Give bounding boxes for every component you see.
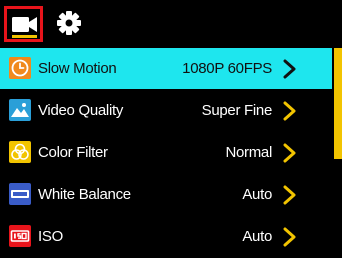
menu-item-iso[interactable]: ISO Auto [0, 216, 332, 257]
chevron-right-icon [283, 143, 296, 163]
chevron-right-icon [283, 185, 296, 205]
menu-item-label: Video Quality [38, 102, 124, 119]
tab-video[interactable] [4, 6, 43, 42]
menu-item-label: Color Filter [38, 144, 108, 161]
chevron-right-icon [283, 101, 296, 121]
chevron-right-icon [283, 227, 296, 247]
tab-settings[interactable] [55, 9, 83, 37]
scrollbar[interactable] [334, 48, 342, 257]
video-quality-icon [9, 99, 31, 121]
menu-item-value: Super Fine [201, 102, 273, 119]
menu-item-white-balance[interactable]: White Balance Auto [0, 174, 332, 215]
active-tab-indicator [12, 35, 37, 38]
iso-icon [9, 225, 31, 247]
slow-motion-icon [9, 57, 31, 79]
menu-item-color-filter[interactable]: Color Filter Normal [0, 132, 332, 173]
camera-icon [12, 17, 37, 32]
top-tab-bar [0, 0, 342, 47]
scrollbar-thumb[interactable] [334, 48, 342, 159]
gear-icon [57, 11, 81, 35]
menu-item-label: ISO [38, 228, 63, 245]
chevron-right-icon [283, 59, 296, 79]
color-filter-icon [9, 141, 31, 163]
white-balance-icon [9, 183, 31, 205]
menu-item-label: White Balance [38, 186, 131, 203]
menu-item-value: Auto [242, 228, 272, 245]
menu-item-value: Auto [242, 186, 272, 203]
menu-item-value: Normal [225, 144, 272, 161]
settings-menu-list: Slow Motion 1080P 60FPS Video Quality Su… [0, 48, 332, 258]
menu-item-video-quality[interactable]: Video Quality Super Fine [0, 90, 332, 131]
menu-item-label: Slow Motion [38, 60, 117, 77]
menu-item-slow-motion[interactable]: Slow Motion 1080P 60FPS [0, 48, 332, 89]
menu-item-value: 1080P 60FPS [182, 60, 272, 77]
